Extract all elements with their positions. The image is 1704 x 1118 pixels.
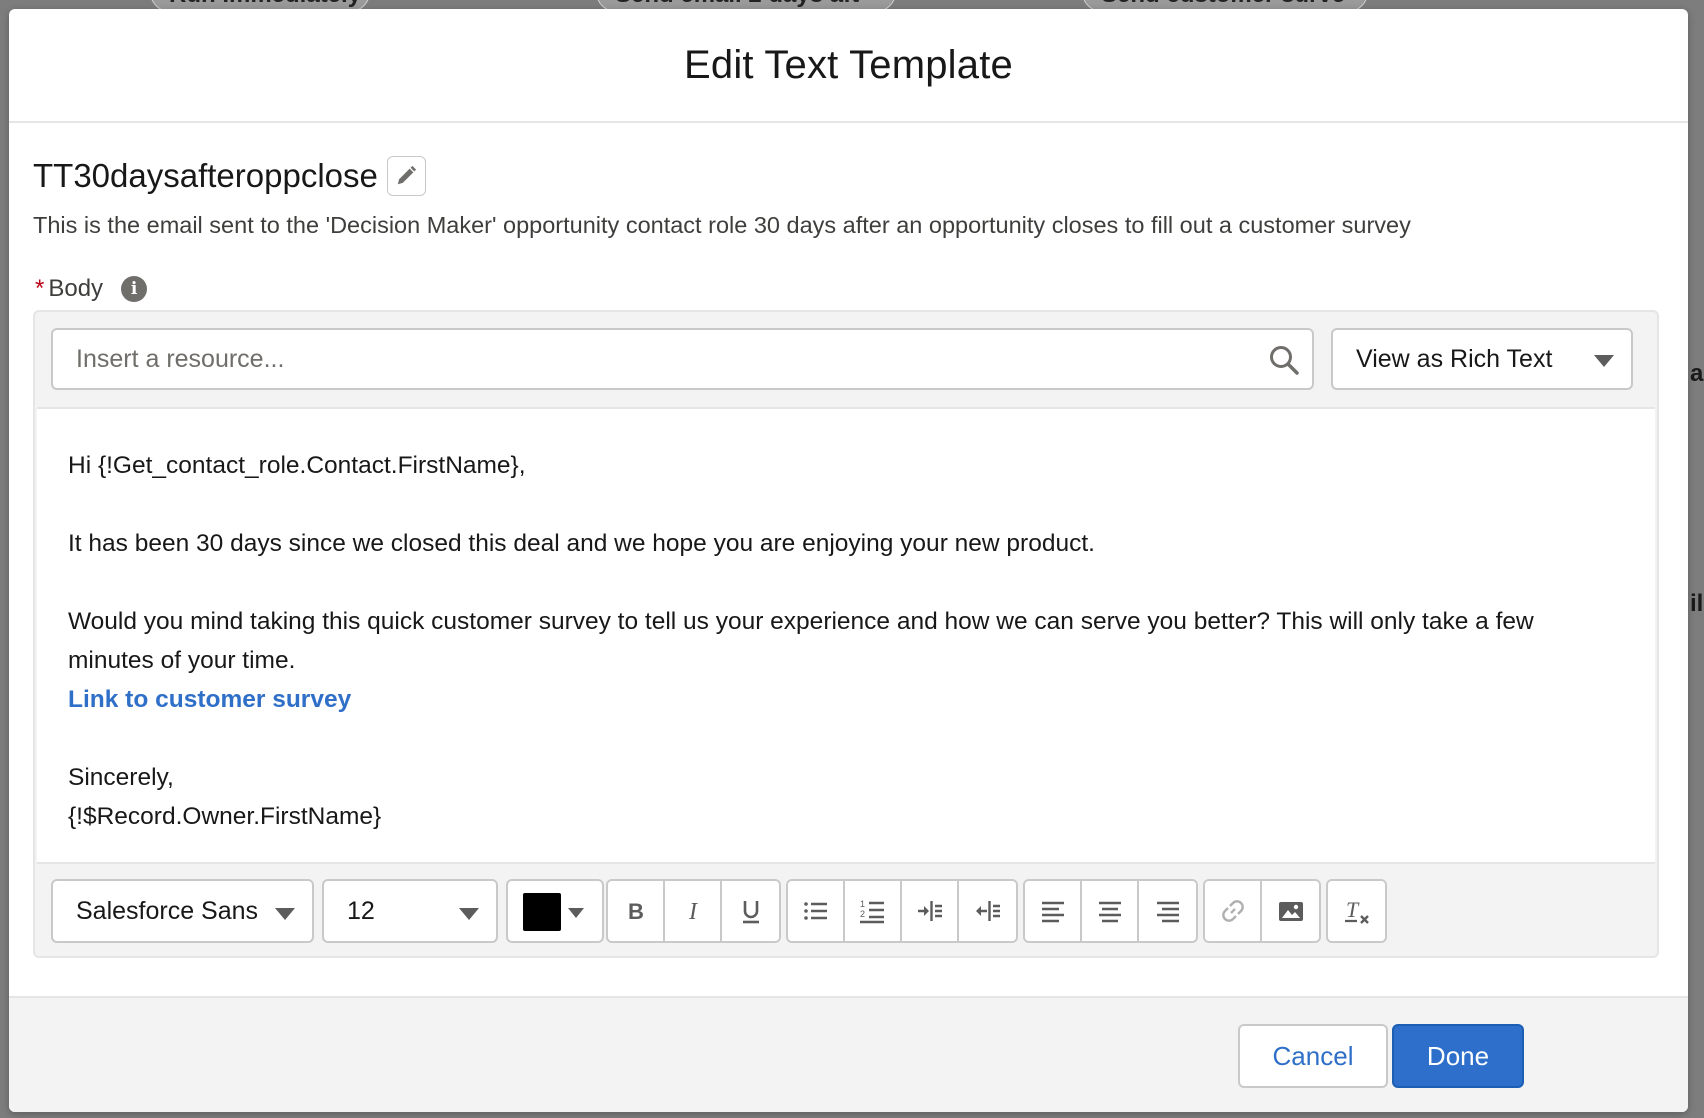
survey-link[interactable]: Link to customer survey xyxy=(68,686,351,713)
background-edge-text: il xyxy=(1690,590,1704,617)
modal-header: Edit Text Template xyxy=(9,9,1688,123)
clear-formatting-icon: T xyxy=(1344,897,1369,924)
svg-text:2: 2 xyxy=(860,909,865,919)
edit-text-template-modal: Edit Text Template TT30daysafteroppclose… xyxy=(9,9,1688,1112)
resource-search-input[interactable] xyxy=(53,330,1312,388)
resource-search-box xyxy=(51,328,1314,390)
numbered-list-button[interactable]: 1 2 xyxy=(845,881,902,941)
underline-icon xyxy=(742,901,759,924)
done-button[interactable]: Done xyxy=(1392,1024,1524,1088)
align-right-button[interactable] xyxy=(1139,881,1196,941)
paragraph-two: Would you mind taking this quick custome… xyxy=(68,608,1534,674)
paragraph-one: It has been 30 days since we closed this… xyxy=(68,530,1095,557)
image-icon xyxy=(1278,902,1303,921)
modal-footer: Cancel Done xyxy=(9,996,1688,1112)
search-icon[interactable] xyxy=(1268,344,1300,376)
align-center-icon xyxy=(1098,901,1121,923)
clear-formatting-button[interactable]: T xyxy=(1328,881,1385,941)
required-marker: * xyxy=(35,275,45,302)
align-left-button[interactable] xyxy=(1025,881,1082,941)
italic-icon: I xyxy=(688,899,698,925)
italic-button[interactable]: I xyxy=(665,881,722,941)
template-name: TT30daysafteroppclose xyxy=(33,157,378,194)
bold-button[interactable]: B xyxy=(608,881,665,941)
modal-body: TT30daysafteroppclose This is the email … xyxy=(9,123,1688,996)
chevron-down-icon xyxy=(1594,355,1614,367)
text-color-picker[interactable] xyxy=(506,879,604,943)
bullet-list-button[interactable] xyxy=(788,881,845,941)
chevron-down-icon xyxy=(568,908,584,918)
clear-format-group: T xyxy=(1326,879,1387,943)
pencil-icon xyxy=(398,165,417,185)
bold-icon: B xyxy=(628,899,644,924)
text-format-group: B I xyxy=(606,879,781,943)
font-family-select[interactable]: Salesforce Sans xyxy=(51,879,314,943)
outdent-icon xyxy=(975,901,1000,921)
alignment-group xyxy=(1023,879,1198,943)
align-right-icon xyxy=(1156,901,1179,923)
info-icon[interactable]: i xyxy=(121,276,148,302)
indent-icon xyxy=(917,901,942,921)
link-button[interactable] xyxy=(1205,881,1262,941)
chevron-down-icon xyxy=(275,908,295,920)
body-label: Body xyxy=(48,275,104,302)
svg-text:T: T xyxy=(1346,897,1360,922)
font-size-select[interactable]: 12 xyxy=(322,879,498,943)
closing-line: Sincerely, xyxy=(68,764,174,791)
body-label-row: * Body i xyxy=(35,275,148,303)
cancel-button[interactable]: Cancel xyxy=(1238,1024,1388,1088)
template-description: This is the email sent to the 'Decision … xyxy=(33,212,1411,238)
signature-line: {!$Record.Owner.FirstName} xyxy=(68,803,382,830)
align-left-icon xyxy=(1041,901,1064,923)
editor-content-area[interactable]: Hi {!Get_contact_role.Contact.FirstName}… xyxy=(37,407,1655,864)
link-icon xyxy=(1221,900,1244,922)
image-button[interactable] xyxy=(1262,881,1319,941)
svg-text:B: B xyxy=(628,899,644,924)
edit-name-button[interactable] xyxy=(386,156,426,196)
font-size-value: 12 xyxy=(347,896,375,925)
align-center-button[interactable] xyxy=(1082,881,1139,941)
underline-button[interactable] xyxy=(722,881,779,941)
indent-button[interactable] xyxy=(902,881,959,941)
greeting-line: Hi {!Get_contact_role.Contact.FirstName}… xyxy=(68,452,526,479)
background-edge-text: ac xyxy=(1690,360,1704,387)
font-family-value: Salesforce Sans xyxy=(76,896,259,925)
rich-text-editor: View as Rich Text Hi {!Get_contact_role.… xyxy=(33,310,1659,958)
outdent-button[interactable] xyxy=(959,881,1016,941)
template-name-row: TT30daysafteroppclose xyxy=(33,156,426,196)
svg-text:I: I xyxy=(688,899,698,925)
list-indent-group: 1 2 xyxy=(786,879,1018,943)
bullet-list-icon xyxy=(803,902,827,920)
view-mode-select[interactable]: View as Rich Text xyxy=(1331,328,1633,390)
view-mode-label: View as Rich Text xyxy=(1356,344,1553,373)
numbered-list-icon: 1 2 xyxy=(859,899,884,924)
chevron-down-icon xyxy=(459,908,479,920)
svg-text:1: 1 xyxy=(860,899,865,909)
insert-group xyxy=(1203,879,1321,943)
color-swatch xyxy=(523,893,561,931)
modal-title: Edit Text Template xyxy=(684,42,1013,87)
